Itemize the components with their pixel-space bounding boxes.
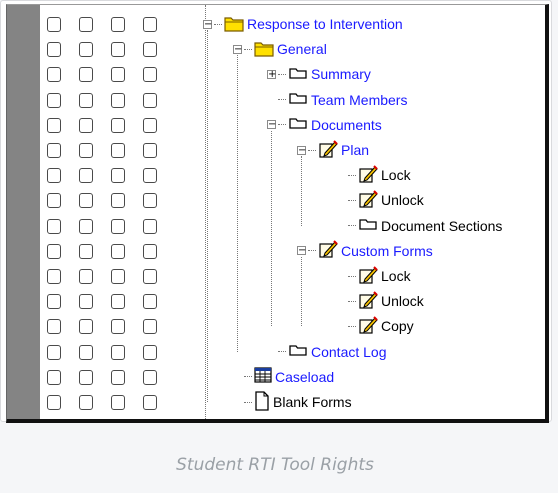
tree-item-label: Copy: [381, 318, 414, 335]
tree-item-label: Blank Forms: [273, 394, 352, 410]
tree-connector: [348, 325, 356, 327]
tab-icon: [288, 116, 308, 133]
edit-doc-icon: [358, 189, 378, 212]
tree-item-plan[interactable]: − Plan: [297, 139, 369, 161]
tree-item-label: Unlock: [381, 192, 424, 209]
tree-connector: [278, 99, 286, 101]
tree-item-unlock[interactable]: Unlock: [337, 189, 424, 211]
edit-doc-icon: [358, 315, 378, 338]
page-icon: [254, 390, 270, 414]
tree-connector: [348, 300, 356, 302]
screenshot-frame: − Response to Intervention − General + Summar…: [0, 0, 552, 423]
expand-icon[interactable]: +: [267, 69, 276, 79]
tree-item-general[interactable]: − General: [233, 38, 327, 60]
tree-item-label[interactable]: Custom Forms: [341, 243, 433, 259]
tree-guide-line: [301, 156, 302, 226]
collapse-icon[interactable]: −: [203, 19, 212, 29]
grid-icon: [254, 367, 272, 386]
edit-doc-icon: [358, 164, 378, 187]
edit-doc-icon: [358, 265, 378, 288]
tree-connector: [348, 199, 356, 201]
tree-item-label[interactable]: General: [277, 41, 327, 57]
tree-item-caseload[interactable]: Caseload: [233, 366, 334, 388]
tab-icon: [358, 217, 378, 234]
tree-connector: [348, 225, 356, 227]
tree-connector: [348, 275, 356, 277]
folder-open-icon: [254, 39, 274, 60]
tree-connector: [278, 351, 286, 353]
tree-item-lock[interactable]: Lock: [337, 265, 411, 287]
folder-open-icon: [224, 14, 244, 35]
tree-item-label[interactable]: Caseload: [275, 369, 334, 385]
rights-tree-panel: − Response to Intervention − General + Summar…: [6, 4, 549, 423]
tree-guide-line: [207, 30, 208, 402]
tree-guide-line: [271, 130, 272, 327]
tree-connector: [308, 250, 316, 252]
tree-item-label[interactable]: Response to Intervention: [247, 16, 403, 32]
tree-item-label: Document Sections: [381, 217, 503, 234]
edit-doc-icon: [318, 239, 338, 262]
tree-item-team-members[interactable]: Team Members: [267, 89, 407, 111]
tree-item-blank-forms[interactable]: Blank Forms: [233, 390, 352, 414]
tree-connector: [348, 174, 356, 176]
collapse-icon[interactable]: −: [297, 246, 306, 256]
tree-item-documents[interactable]: − Documents: [267, 114, 382, 136]
tree-item-label[interactable]: Contact Log: [311, 344, 387, 360]
tree-item-label: Unlock: [381, 293, 424, 310]
tree-connector: [278, 124, 286, 126]
tab-icon: [288, 343, 308, 360]
tree-item-copy[interactable]: Copy: [337, 315, 414, 337]
tree-item-response-to-intervention[interactable]: − Response to Intervention: [203, 13, 403, 35]
tree-connector: [244, 48, 252, 50]
tree-connector: [214, 23, 222, 25]
tree-item-label[interactable]: Plan: [341, 142, 369, 158]
tab-icon: [288, 66, 308, 83]
tree-connector: [308, 149, 316, 151]
tree-item-custom-forms[interactable]: − Custom Forms: [297, 240, 433, 262]
tree-connector: [278, 73, 286, 75]
tree-guide-line: [301, 256, 302, 327]
tree-connector: [244, 401, 252, 403]
tree-item-label: Lock: [381, 167, 411, 184]
tree-item-summary[interactable]: + Summary: [267, 63, 371, 85]
collapse-icon[interactable]: −: [267, 120, 276, 130]
collapse-icon[interactable]: −: [297, 145, 306, 155]
tree-item-label[interactable]: Summary: [311, 66, 371, 82]
edit-doc-icon: [358, 290, 378, 313]
tree-item-lock[interactable]: Lock: [337, 164, 411, 186]
tab-icon: [288, 91, 308, 108]
tree-item-label[interactable]: Documents: [311, 117, 382, 133]
tree-item-document-sections[interactable]: Document Sections: [337, 215, 502, 237]
collapse-icon[interactable]: −: [233, 44, 242, 54]
tree-item-unlock[interactable]: Unlock: [337, 290, 424, 312]
tree-connector: [244, 376, 252, 378]
tool-rights-tree: − Response to Intervention − General + Summar…: [7, 5, 545, 419]
tree-item-contact-log[interactable]: Contact Log: [267, 341, 387, 363]
tree-item-label: Lock: [381, 268, 411, 284]
tree-guide-line: [237, 55, 238, 352]
tree-item-label[interactable]: Team Members: [311, 92, 407, 108]
figure-caption: Student RTI Tool Rights: [176, 455, 374, 475]
edit-doc-icon: [318, 139, 338, 162]
